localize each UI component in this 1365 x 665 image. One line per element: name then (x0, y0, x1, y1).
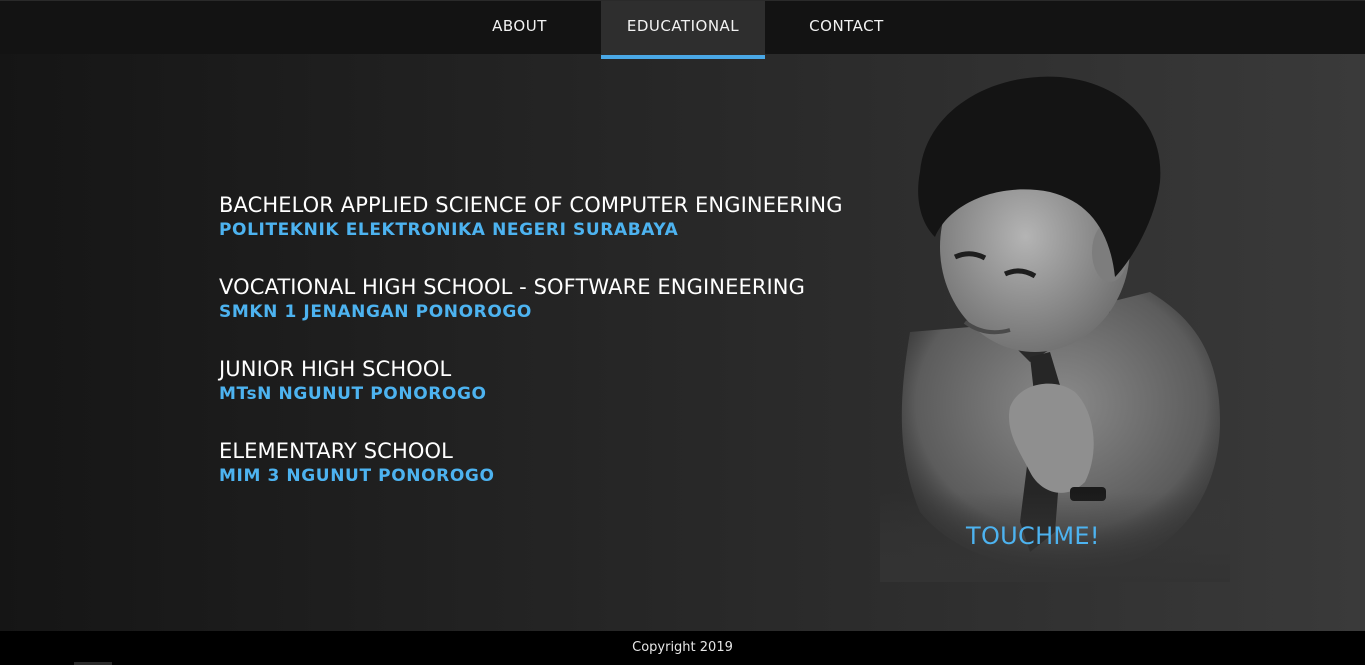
nav-educational[interactable]: EDUCATIONAL (601, 1, 765, 59)
education-entry: VOCATIONAL HIGH SCHOOL - SOFTWARE ENGINE… (219, 274, 843, 356)
education-list: BACHELOR APPLIED SCIENCE OF COMPUTER ENG… (219, 192, 843, 520)
education-school: MIM 3 NGUNUT PONOROGO (219, 466, 495, 486)
education-degree: BACHELOR APPLIED SCIENCE OF COMPUTER ENG… (219, 193, 843, 217)
page: ABOUT EDUCATIONAL CONTACT BACHELOR APPLI… (0, 0, 1365, 665)
education-degree: ELEMENTARY SCHOOL (219, 439, 453, 463)
copyright-text: Copyright 2019 (632, 640, 733, 655)
education-entry: ELEMENTARY SCHOOL MIM 3 NGUNUT PONOROGO (219, 438, 843, 520)
nav-about[interactable]: ABOUT (438, 1, 601, 55)
education-entry: JUNIOR HIGH SCHOOL MTsN NGUNUT PONOROGO (219, 356, 843, 438)
footer: Copyright 2019 (0, 631, 1365, 665)
profile-photo[interactable] (880, 62, 1230, 582)
education-degree: JUNIOR HIGH SCHOOL (219, 357, 452, 381)
top-navigation: ABOUT EDUCATIONAL CONTACT (0, 0, 1365, 59)
education-school: MTsN NGUNUT PONOROGO (219, 384, 487, 404)
education-school: SMKN 1 JENANGAN PONOROGO (219, 302, 532, 322)
education-school: POLITEKNIK ELEKTRONIKA NEGERI SURABAYA (219, 220, 679, 240)
education-degree: VOCATIONAL HIGH SCHOOL - SOFTWARE ENGINE… (219, 275, 805, 299)
education-entry: BACHELOR APPLIED SCIENCE OF COMPUTER ENG… (219, 192, 843, 274)
touchme-link[interactable]: TOUCHME! (966, 522, 1100, 550)
profile-photo-illustration (880, 76, 1230, 582)
nav-contact[interactable]: CONTACT (765, 1, 928, 55)
